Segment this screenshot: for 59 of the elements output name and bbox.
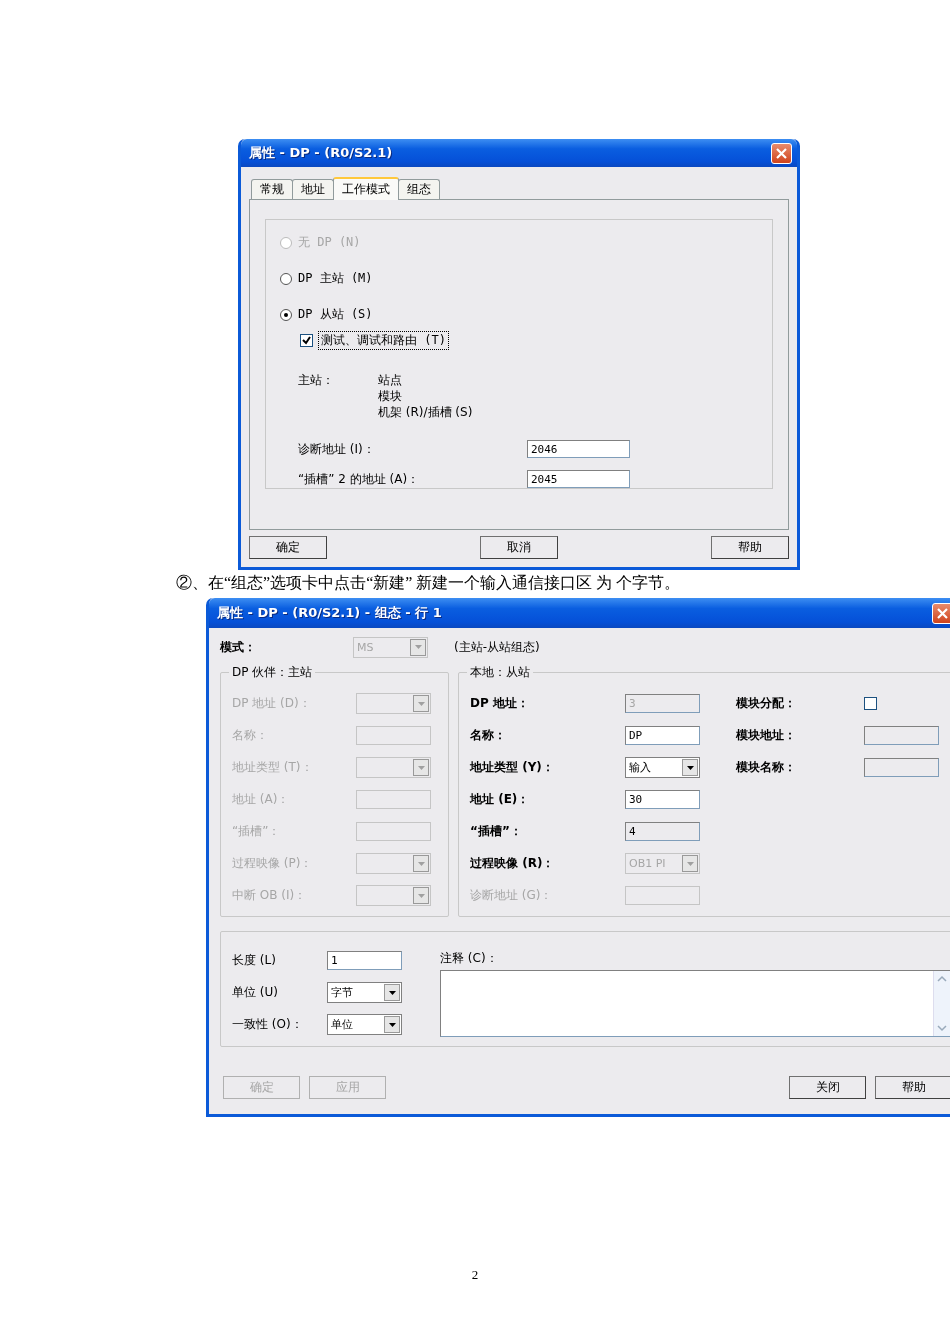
body-text: ②、在“组态”选项卡中点击“新建” 新建一个输入通信接口区 为 个字节。 [176, 573, 682, 593]
field-label: 主站： [298, 372, 335, 389]
dropdown[interactable]: 字节 [327, 982, 402, 1003]
group-title: DP 伙伴：主站 [229, 664, 316, 681]
field-label: 中断 OB (I)： [232, 887, 308, 904]
field-label: 注释 (C)： [440, 950, 499, 967]
field-label: “插槽” 2 的地址 (A)： [298, 470, 421, 488]
input-field[interactable]: 1 [327, 951, 402, 970]
field-label: 过程映像 (P)： [232, 855, 314, 872]
dropdown[interactable]: 单位 [327, 1014, 402, 1035]
field-label: 地址类型 (T)： [232, 759, 314, 776]
field-label: 一致性 (O)： [232, 1016, 304, 1033]
dialog-button[interactable]: 关闭 [789, 1076, 866, 1099]
field-label: 长度 (L) [232, 952, 277, 969]
input-field[interactable]: 2046 [527, 440, 630, 458]
info-text: 机架 (R)/插槽 (S) [378, 404, 473, 420]
field-label: 地址类型 (Y)： [470, 759, 555, 776]
tab[interactable]: 地址 [292, 179, 334, 199]
field-label: 地址 (E)： [470, 791, 531, 808]
dialog-button[interactable]: 取消 [480, 536, 558, 559]
field-label: 名称： [232, 727, 269, 744]
field-label: 单位 (U) [232, 984, 279, 1001]
tab[interactable]: 常规 [251, 179, 293, 199]
radio-option[interactable]: DP 主站 (M) [280, 270, 758, 287]
field-label: 模块名称： [736, 759, 797, 776]
field-label: “插槽”： [470, 823, 523, 840]
group-title: 本地：从站 [467, 664, 533, 681]
dialog-button[interactable]: 帮助 [875, 1076, 950, 1099]
field-label: 诊断地址 (I)： [298, 440, 376, 458]
page-number: 2 [470, 1267, 480, 1283]
dialog-button[interactable]: 确定 [249, 536, 327, 559]
input-field: 4 [625, 822, 700, 841]
field-label: DP 地址： [470, 695, 530, 712]
input-field[interactable]: DP [625, 726, 700, 745]
field-label: “插槽”： [232, 823, 282, 840]
checkbox-option[interactable]: 测试、调试和路由 (T) [300, 331, 758, 350]
dropdown[interactable]: 输入 [625, 757, 700, 778]
dropdown: MS [353, 636, 428, 658]
field-label: 模块分配： [736, 695, 797, 712]
field-label: 诊断地址 (G)： [470, 887, 554, 904]
field-label: 地址 (A)： [232, 791, 291, 808]
field-label: 过程映像 (R)： [470, 855, 556, 872]
radio-option: 无 DP (N) [280, 234, 758, 251]
info-text: (主站-从站组态) [454, 638, 540, 656]
input-field[interactable]: 2045 [527, 470, 630, 488]
window-title: 属性 - DP - (R0/S2.1) - 组态 - 行 1 [217, 604, 442, 622]
field-label: 模块地址： [736, 727, 797, 744]
tab[interactable]: 组态 [398, 179, 440, 199]
field-label: 模式： [220, 638, 257, 656]
info-text: 模块 [378, 388, 403, 404]
input-field[interactable]: 30 [625, 790, 700, 809]
field-label: 名称： [470, 727, 507, 744]
dialog-button[interactable]: 帮助 [711, 536, 789, 559]
input-field: 3 [625, 694, 700, 713]
tab[interactable]: 工作模式 [333, 177, 399, 200]
radio-option[interactable]: DP 从站 (S) [280, 306, 758, 323]
info-text: 站点 [378, 372, 403, 388]
window-title: 属性 - DP - (R0/S2.1) [249, 144, 393, 162]
field-label: DP 地址 (D)： [232, 695, 312, 712]
